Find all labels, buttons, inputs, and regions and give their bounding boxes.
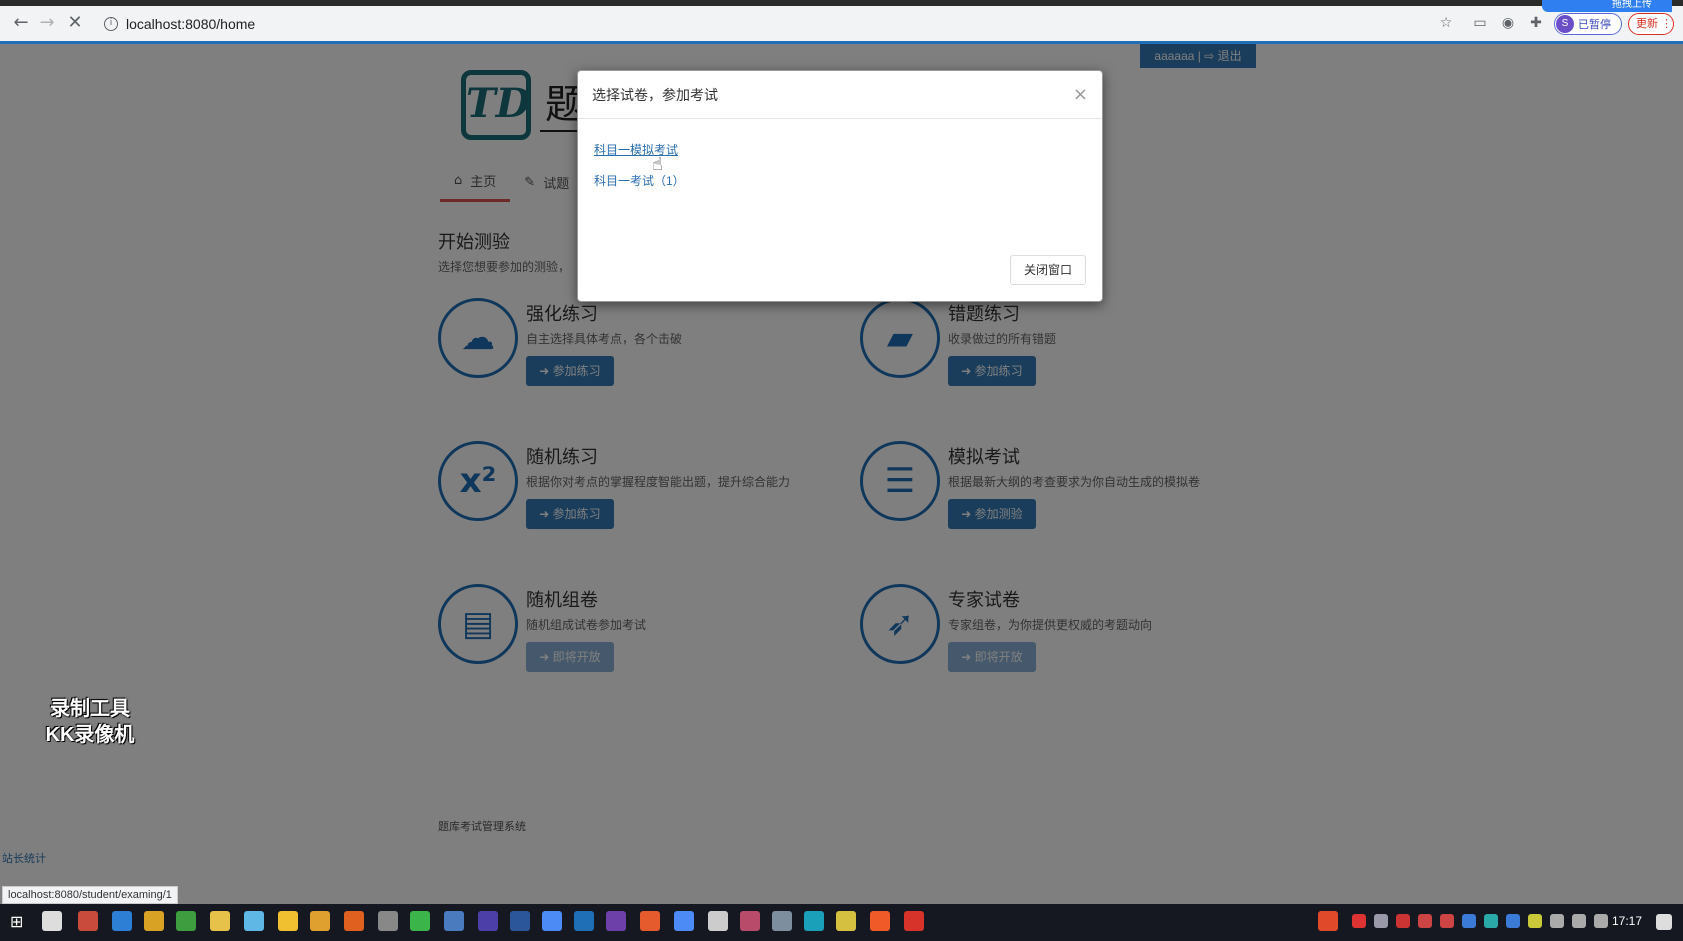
back-icon[interactable]: ←: [10, 12, 32, 34]
app-icon[interactable]: [836, 911, 856, 931]
tray-icon[interactable]: [1396, 914, 1410, 928]
address-text: localhost:8080/home: [126, 16, 256, 32]
chrome-icon[interactable]: [674, 911, 694, 931]
close-icon[interactable]: ×: [1073, 84, 1088, 105]
bookmark-star-icon[interactable]: ☆: [1438, 15, 1454, 31]
app-icon[interactable]: [112, 911, 132, 931]
address-bar[interactable]: i localhost:8080/home: [104, 12, 1444, 36]
app-icon[interactable]: [344, 911, 364, 931]
keyboard-icon[interactable]: [1572, 914, 1586, 928]
os-taskbar: ⊞ 17:17: [0, 904, 1683, 941]
upload-badge[interactable]: 拖拽上传: [1542, 0, 1672, 12]
word-icon[interactable]: [510, 911, 530, 931]
app-icon[interactable]: [804, 911, 824, 931]
exam-select-modal: 选择试卷，参加考试 × 科目一模拟考试 科目一考试（1） 关闭窗口: [577, 70, 1103, 302]
windows-start-icon[interactable]: ⊞: [10, 913, 28, 931]
tray-icon[interactable]: [1528, 914, 1542, 928]
close-window-button[interactable]: 关闭窗口: [1010, 255, 1086, 285]
profile-status: 已暂停: [1578, 19, 1611, 31]
site-info-icon[interactable]: i: [104, 17, 118, 31]
modal-header: 选择试卷，参加考试 ×: [578, 71, 1102, 119]
browser-toolbar: ← → ✕ i localhost:8080/home ☆ ▭ ◉ ✚ S 已暂…: [0, 0, 1683, 44]
hand-cursor-icon: ☝: [652, 154, 663, 175]
update-button[interactable]: 更新 ⋮: [1628, 13, 1674, 35]
tray-icon[interactable]: [1352, 914, 1366, 928]
update-label: 更新: [1636, 18, 1658, 30]
file-explorer-icon[interactable]: [210, 911, 230, 931]
app-icon[interactable]: [640, 911, 660, 931]
app-icon[interactable]: [904, 911, 924, 931]
app-icon[interactable]: [574, 911, 594, 931]
tray-icon[interactable]: [1418, 914, 1432, 928]
task-view-icon[interactable]: [42, 911, 62, 931]
profile-button[interactable]: S 已暂停: [1554, 13, 1622, 35]
wechat-icon[interactable]: [410, 911, 430, 931]
exam-link-exam1[interactable]: 科目一考试（1）: [594, 172, 1086, 189]
app-icon[interactable]: [310, 911, 330, 931]
watermark-line2: KK录像机: [45, 724, 135, 746]
app-icon[interactable]: [606, 911, 626, 931]
window-top-strip: [0, 0, 1683, 6]
app-icon[interactable]: [870, 911, 890, 931]
chrome-icon[interactable]: [542, 911, 562, 931]
watermark-line1: 录制工具: [50, 698, 130, 720]
app-icon[interactable]: [244, 911, 264, 931]
app-icon[interactable]: [444, 911, 464, 931]
volume-icon[interactable]: [1550, 914, 1564, 928]
app-icon[interactable]: [278, 911, 298, 931]
tray-icon[interactable]: [1462, 914, 1476, 928]
tray-icon[interactable]: [1484, 914, 1498, 928]
screenshot-icon[interactable]: ◉: [1500, 15, 1516, 31]
forward-icon[interactable]: →: [36, 12, 58, 34]
tray-icon[interactable]: [1440, 914, 1454, 928]
tray-icon[interactable]: [1506, 914, 1520, 928]
link-status-bar: localhost:8080/student/examing/1: [2, 886, 178, 904]
recorder-watermark: 录制工具 KK录像机: [30, 696, 150, 748]
network-icon[interactable]: [1594, 914, 1608, 928]
tray-icon[interactable]: [1318, 911, 1338, 931]
taskbar-clock[interactable]: 17:17: [1612, 914, 1642, 928]
app-icon[interactable]: [378, 911, 398, 931]
stop-loading-icon[interactable]: ✕: [64, 12, 86, 34]
app-icon[interactable]: [176, 911, 196, 931]
profile-avatar: S: [1556, 15, 1574, 33]
app-icon[interactable]: [78, 911, 98, 931]
app-icon[interactable]: [478, 911, 498, 931]
modal-title: 选择试卷，参加考试: [592, 86, 718, 103]
notification-icon[interactable]: [1656, 914, 1672, 930]
tray-icon[interactable]: [1374, 914, 1388, 928]
app-icon[interactable]: [772, 911, 792, 931]
app-icon[interactable]: [144, 911, 164, 931]
exam-link-mock[interactable]: 科目一模拟考试: [594, 141, 1086, 158]
cast-icon[interactable]: ▭: [1472, 15, 1488, 31]
app-icon[interactable]: [708, 911, 728, 931]
app-icon[interactable]: [740, 911, 760, 931]
extensions-icon[interactable]: ✚: [1528, 15, 1544, 31]
